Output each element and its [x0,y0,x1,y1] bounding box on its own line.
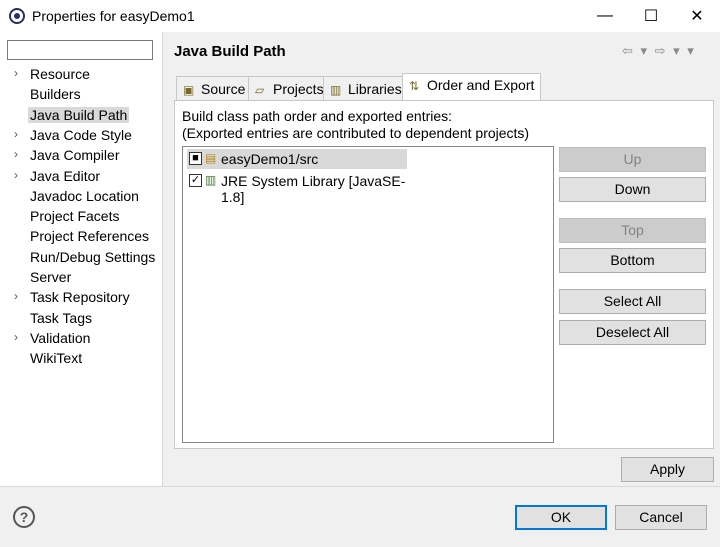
history-nav-icons[interactable]: ⇦ ▾ ⇨ ▾ ▾ [622,43,696,59]
sidebar-item-resource[interactable]: › Resource [0,65,162,85]
maximize-button[interactable]: ☐ [628,0,674,32]
sidebar-item-project-references[interactable]: Project References [0,227,162,247]
sidebar-item-run-debug-settings[interactable]: Run/Debug Settings [0,248,162,268]
tab-label: Projects [273,81,324,97]
maximize-icon: ☐ [643,8,659,25]
chevron-right-icon[interactable]: › [14,127,18,141]
tab-projects[interactable]: ▱ Projects [248,76,331,100]
sidebar-item-validation[interactable]: › Validation [0,329,162,349]
entry-label: JRE System Library [JavaSE-1.8] [221,173,406,205]
tab-bar: ▣ Source ▱ Projects ▥ Libraries ⇅ Order and … [174,73,714,101]
close-button[interactable]: ✕ [674,0,720,32]
minimize-button[interactable]: — [582,0,628,32]
sidebar-item-java-editor[interactable]: › Java Editor [0,167,162,187]
sidebar-item-java-code-style[interactable]: › Java Code Style [0,126,162,146]
sidebar-item-java-compiler[interactable]: › Java Compiler [0,146,162,166]
sidebar-item-label: Server [30,269,72,285]
app-icon [9,8,25,24]
entry-label: easyDemo1/src [221,151,319,167]
sidebar-item-builders[interactable]: Builders [0,85,162,105]
sidebar-item-label: Javadoc Location [30,187,139,204]
chevron-right-icon[interactable]: › [14,330,18,344]
sidebar-item-label: Project Facets [30,208,120,225]
sidebar-item-label: Java Editor [30,167,101,184]
list-item[interactable]: ✓ ▥ JRE System Library [JavaSE-1.8] [187,171,417,205]
chevron-right-icon[interactable]: › [14,66,18,80]
sidebar-item-label: Resource [30,66,90,82]
cancel-button[interactable]: Cancel [615,505,707,530]
page-title: Java Build Path [174,43,286,60]
projects-icon: ▱ [255,83,265,97]
select-all-button[interactable]: Select All [559,289,706,314]
chevron-right-icon[interactable]: › [14,168,18,182]
classpath-entry-list[interactable]: ■ ▤ easyDemo1/src ✓ ▥ JRE System Library… [182,146,554,443]
library-icon: ▥ [205,173,217,187]
apply-button[interactable]: Apply [621,457,714,482]
sidebar-item-label: Java Compiler [30,147,120,164]
sidebar-item-label: WikiText [30,350,83,367]
help-icon[interactable]: ? [13,506,35,528]
sidebar-item-label: Task Tags [30,309,92,326]
sidebar-item-task-repository[interactable]: › Task Repository [0,288,162,308]
sidebar-item-javadoc-location[interactable]: Javadoc Location [0,187,162,207]
footer-divider [0,486,720,487]
sidebar-item-server[interactable]: Server [0,268,162,288]
sidebar-item-label: Validation [30,329,91,346]
export-checkbox[interactable]: ■ [189,152,202,165]
sidebar-item-wikitext[interactable]: WikiText [0,349,162,369]
order-export-icon: ⇅ [409,79,420,93]
sidebar-item-task-tags[interactable]: Task Tags [0,309,162,329]
description-line-1: Build class path order and exported entr… [182,108,453,124]
up-button[interactable]: Up [559,147,706,172]
sidebar-item-label: Task Repository [30,289,130,306]
sidebar-item-label: Java Code Style [30,126,132,143]
tab-label: Order and Export [427,77,535,93]
tab-source[interactable]: ▣ Source [176,76,253,100]
description-line-2: (Exported entries are contributed to dep… [182,125,530,141]
sidebar-item-label: Java Build Path [28,106,130,123]
libraries-icon: ▥ [330,83,342,97]
sidebar-item-label: Run/Debug Settings [30,248,156,265]
deselect-all-button[interactable]: Deselect All [559,320,706,345]
sidebar-item-java-build-path[interactable]: Java Build Path [0,106,162,126]
window-title: Properties for easyDemo1 [32,8,195,24]
export-checkbox[interactable]: ✓ [189,174,202,187]
top-button[interactable]: Top [559,218,706,243]
tab-label: Libraries [348,81,402,97]
filter-input[interactable] [7,40,153,60]
chevron-right-icon[interactable]: › [14,289,18,303]
package-folder-icon: ▤ [205,151,217,165]
chevron-right-icon[interactable]: › [14,147,18,161]
close-icon: ✕ [690,8,704,25]
tab-order-and-export[interactable]: ⇅ Order and Export [402,73,542,101]
list-item[interactable]: ■ ▤ easyDemo1/src [187,149,407,169]
sidebar-item-label: Project References [30,228,150,245]
tab-libraries[interactable]: ▥ Libraries [323,76,409,100]
bottom-button[interactable]: Bottom [559,248,706,273]
sidebar-item-label: Builders [30,86,81,103]
sidebar-item-project-facets[interactable]: Project Facets [0,207,162,227]
ok-button[interactable]: OK [515,505,607,530]
down-button[interactable]: Down [559,177,706,202]
minimize-icon: — [597,7,613,24]
source-folder-icon: ▣ [183,83,195,97]
tab-label: Source [201,81,246,97]
